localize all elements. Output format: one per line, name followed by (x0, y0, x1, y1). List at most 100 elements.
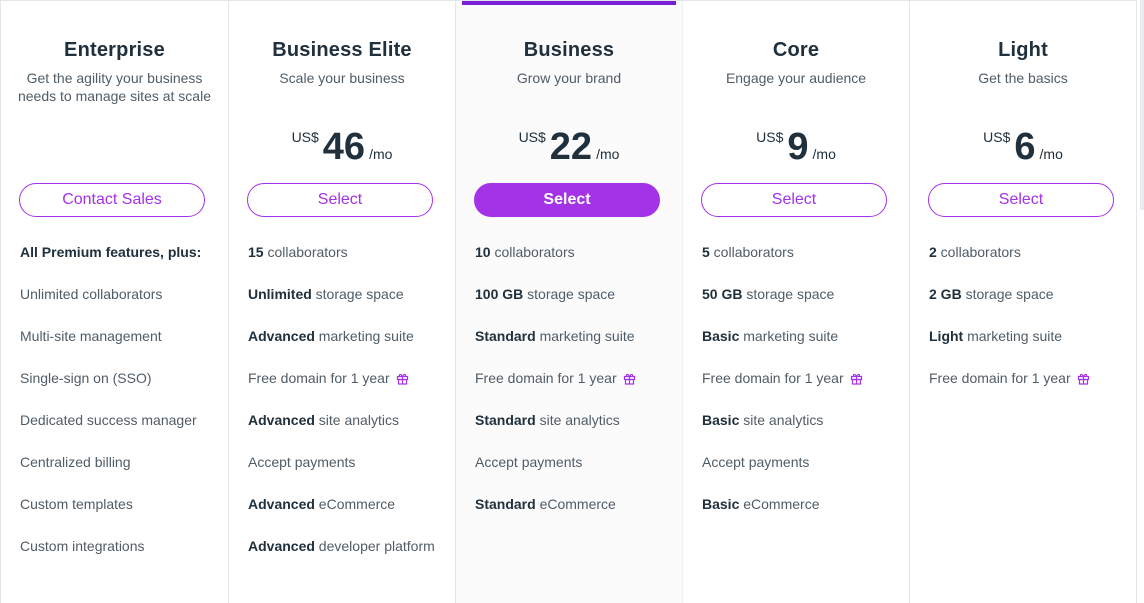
feature-item: Advanced developer platform (248, 537, 445, 579)
feature-highlight: Basic (702, 412, 740, 428)
feature-text: collaborators (490, 244, 575, 260)
plan-price: US$ 9/mo (683, 127, 909, 167)
feature-text: storage space (742, 286, 835, 302)
feature-item: 100 GB storage space (475, 285, 672, 327)
feature-item: Standard marketing suite (475, 327, 672, 369)
feature-item: Basic eCommerce (702, 495, 899, 537)
feature-text: collaborators (709, 244, 794, 260)
select-core-button[interactable]: Select (701, 183, 887, 217)
feature-text: marketing suite (739, 328, 839, 344)
feature-text: site analytics (739, 412, 824, 428)
price-currency: US$ (518, 129, 546, 145)
feature-highlight: Advanced (248, 496, 315, 512)
feature-highlight: 50 GB (702, 286, 743, 302)
select-business-button[interactable]: Select (474, 183, 660, 217)
feature-text: Unlimited collaborators (20, 286, 163, 302)
plan-tagline: Engage your audience (725, 70, 867, 86)
feature-highlight: 10 (475, 244, 491, 260)
price-currency: US$ (756, 129, 784, 145)
feature-text: Accept payments (702, 454, 810, 470)
feature-item: 15 collaborators (248, 243, 445, 285)
feature-highlight: Advanced (248, 538, 315, 554)
feature-text: Accept payments (475, 454, 583, 470)
feature-list: 5 collaborators 50 GB storage space Basic … (702, 243, 899, 537)
feature-highlight: Standard (475, 496, 536, 512)
feature-text: collaborators (936, 244, 1021, 260)
price-period: /mo (1039, 146, 1063, 162)
feature-item: Dedicated success manager (20, 411, 218, 453)
feature-text: Multi-site management (20, 328, 162, 344)
feature-item: Basic marketing suite (702, 327, 899, 369)
plan-name: Business (523, 39, 615, 61)
feature-text: Custom integrations (20, 538, 145, 554)
feature-highlight: Standard (475, 328, 536, 344)
feature-item: Free domain for 1 year (929, 369, 1126, 411)
feature-item: Free domain for 1 year (248, 369, 445, 411)
feature-text: site analytics (314, 412, 399, 428)
feature-text: marketing suite (963, 328, 1063, 344)
price-amount: 46 (322, 126, 366, 168)
plan-core: Core Engage your audience US$ 9/mo Select 5 c… (683, 0, 910, 603)
contact-sales-button[interactable]: Contact Sales (19, 183, 205, 217)
feature-item: 50 GB storage space (702, 285, 899, 327)
plan-light: Light Get the basics US$ 6/mo Select 2 collab… (910, 0, 1137, 603)
feature-highlight: Advanced (248, 328, 315, 344)
plan-price: US$ 22/mo (456, 127, 682, 167)
feature-item: 10 collaborators (475, 243, 672, 285)
gift-icon (1077, 371, 1090, 389)
feature-highlight: 2 (929, 244, 937, 260)
price-period: /mo (812, 146, 836, 162)
feature-text: Single-sign on (SSO) (20, 370, 152, 386)
feature-highlight: Unlimited (248, 286, 312, 302)
feature-item: All Premium features, plus: (20, 243, 218, 285)
gift-icon (623, 371, 636, 389)
feature-item: 2 collaborators (929, 243, 1126, 285)
pricing-plans: Enterprise Get the agility your business … (0, 0, 1144, 603)
feature-text: Free domain for 1 year (248, 370, 390, 386)
gift-icon (850, 371, 863, 389)
gift-icon (396, 371, 409, 389)
feature-list: All Premium features, plus: Unlimited col… (20, 243, 218, 579)
price-amount: 9 (787, 126, 809, 168)
plan-business-elite: Business Elite Scale your business US$ 46/m… (229, 0, 456, 603)
feature-text: Dedicated success manager (20, 412, 197, 428)
feature-text: eCommerce (314, 496, 396, 512)
plan-price: US$ 46/mo (229, 127, 455, 167)
feature-highlight: 2 GB (929, 286, 962, 302)
recommended-bar (462, 1, 676, 5)
feature-item: Free domain for 1 year (702, 369, 899, 411)
plan-name: Business Elite (272, 39, 412, 61)
feature-item: Free domain for 1 year (475, 369, 672, 411)
feature-item: Advanced eCommerce (248, 495, 445, 537)
feature-text: eCommerce (739, 496, 820, 512)
price-currency: US$ (291, 129, 319, 145)
feature-item: Standard site analytics (475, 411, 672, 453)
plan-tagline: Scale your business (279, 70, 405, 86)
feature-item: 5 collaborators (702, 243, 899, 285)
feature-text: storage space (523, 286, 616, 302)
feature-item: 2 GB storage space (929, 285, 1126, 327)
price-period: /mo (596, 146, 620, 162)
feature-highlight: 100 GB (475, 286, 524, 302)
feature-highlight: Light (929, 328, 964, 344)
price-amount: 22 (549, 126, 593, 168)
feature-text: Free domain for 1 year (475, 370, 617, 386)
feature-item: Standard eCommerce (475, 495, 672, 537)
plan-price: US$ 6/mo (910, 127, 1136, 167)
feature-text: Free domain for 1 year (702, 370, 844, 386)
plan-name: Enterprise (64, 39, 165, 61)
price-period: /mo (369, 146, 393, 162)
plan-tagline: Get the agility your business needs to m… (17, 70, 211, 104)
feature-item: Accept payments (475, 453, 672, 495)
feature-text: site analytics (535, 412, 620, 428)
feature-text: marketing suite (314, 328, 414, 344)
select-light-button[interactable]: Select (928, 183, 1114, 217)
feature-text: Free domain for 1 year (929, 370, 1071, 386)
feature-item: Custom integrations (20, 537, 218, 579)
select-business-elite-button[interactable]: Select (247, 183, 433, 217)
plan-business: Business Grow your brand US$ 22/mo Select 10 … (456, 0, 683, 603)
feature-text: eCommerce (535, 496, 616, 512)
feature-item: Multi-site management (20, 327, 218, 369)
feature-list: 2 collaborators 2 GB storage space Light m… (929, 243, 1126, 411)
scrollbar[interactable] (1140, 0, 1144, 210)
